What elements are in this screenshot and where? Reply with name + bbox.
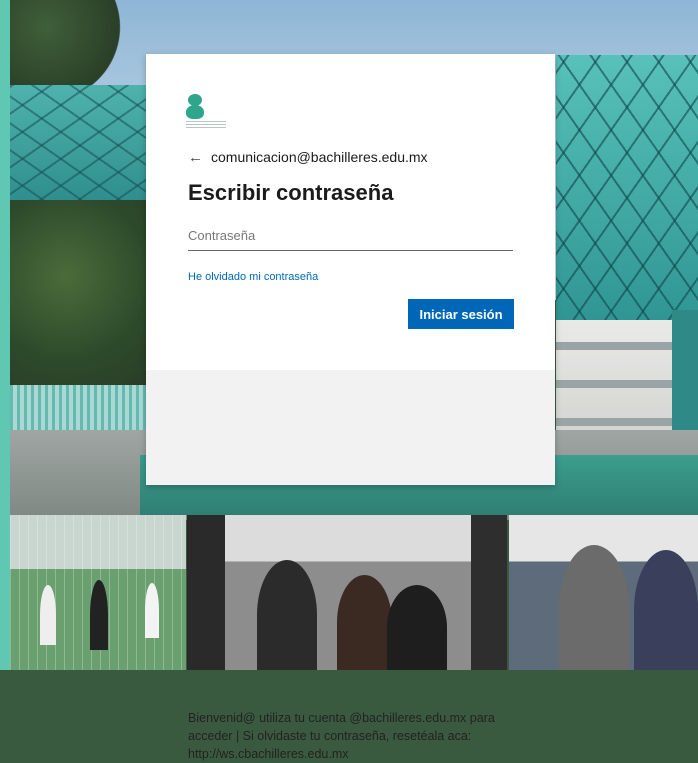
- photo-person: [40, 585, 56, 645]
- logo-wordmark: [186, 121, 226, 130]
- photo-soccer-field: [10, 515, 186, 670]
- background-trees-left: [10, 200, 150, 390]
- signin-card: ← comunicacion@bachilleres.edu.mx Escrib…: [146, 54, 555, 761]
- photo-person: [387, 585, 447, 670]
- account-email: comunicacion@bachilleres.edu.mx: [211, 149, 428, 165]
- signin-panel: ← comunicacion@bachilleres.edu.mx Escrib…: [146, 54, 555, 370]
- photo-person: [257, 560, 317, 670]
- logo-mark-icon: [186, 94, 204, 120]
- signin-footer: Bienvenid@ utiliza tu cuenta @bachillere…: [146, 370, 555, 761]
- forgot-password-link[interactable]: He olvidado mi contraseña: [188, 271, 318, 283]
- page-title: Escribir contraseña: [188, 180, 394, 205]
- account-identity: ← comunicacion@bachilleres.edu.mx: [188, 149, 428, 165]
- signin-button[interactable]: Iniciar sesión: [408, 299, 514, 329]
- background-trees-top: [10, 0, 130, 90]
- photo-students-smiling: [509, 515, 698, 670]
- organization-logo: [186, 94, 230, 132]
- photo-person: [634, 550, 698, 670]
- left-accent-stripe: [0, 0, 10, 670]
- password-input[interactable]: [188, 220, 513, 251]
- photo-person: [559, 545, 629, 670]
- background-canopy-right: [556, 55, 698, 325]
- photo-person: [90, 580, 108, 650]
- footer-message: Bienvenid@ utiliza tu cuenta @bachillere…: [188, 711, 495, 761]
- photo-frame: [471, 515, 507, 670]
- background-fence: [10, 385, 150, 430]
- photo-frame: [187, 515, 225, 670]
- background-canopy-left: [10, 85, 150, 205]
- photo-students-group: [187, 515, 507, 670]
- photo-person: [337, 575, 392, 670]
- photo-person: [145, 583, 159, 638]
- arrow-left-icon[interactable]: ←: [188, 150, 203, 165]
